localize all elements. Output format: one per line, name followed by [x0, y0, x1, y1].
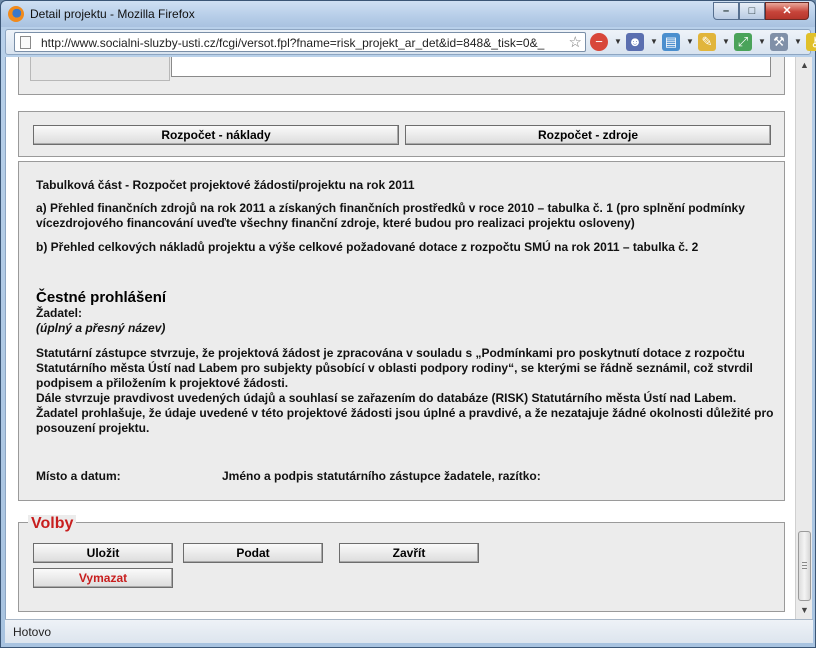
chevron-down-icon[interactable]: ▼: [758, 33, 766, 51]
pen-icon[interactable]: ✎: [698, 33, 716, 51]
budget-buttons-panel: Rozpočet - náklady Rozpočet - zdroje: [18, 111, 785, 157]
wrench-icon[interactable]: ⚒: [770, 33, 788, 51]
save-button[interactable]: Uložit: [33, 543, 173, 563]
form-text-field[interactable]: [171, 57, 771, 77]
page-content: Rozpočet - náklady Rozpočet - zdroje Tab…: [5, 57, 795, 619]
status-bar: Hotovo: [5, 619, 813, 643]
window-title: Detail projektu - Mozilla Firefox: [30, 7, 195, 21]
signature-label: Jméno a podpis statutárního zástupce žad…: [222, 469, 541, 483]
declaration-title: Čestné prohlášení: [36, 289, 167, 306]
declaration-text: Statutární zástupce stvrzuje, že projekt…: [36, 346, 753, 390]
form-table-bottom: [18, 57, 785, 95]
navigation-bar: http://www.socialni-sluzby-usti.cz/fcgi/…: [5, 29, 816, 55]
stop-icon[interactable]: −: [590, 33, 608, 51]
status-text: Hotovo: [13, 625, 52, 639]
applicant-label: Žadatel:: [36, 306, 83, 320]
chevron-down-icon[interactable]: ▼: [686, 33, 694, 51]
declaration-panel: Tabulková část - Rozpočet projektové žád…: [18, 161, 785, 501]
key-icon[interactable]: ⚷: [806, 33, 816, 51]
form-label-cell: [30, 57, 170, 81]
title-bar: Detail projektu - Mozilla Firefox – □ ✕: [1, 1, 815, 27]
minimize-button[interactable]: –: [713, 2, 739, 20]
firefox-icon: [8, 6, 24, 22]
browser-window: Detail projektu - Mozilla Firefox – □ ✕ …: [0, 0, 816, 648]
budget-costs-button[interactable]: Rozpočet - náklady: [33, 125, 399, 145]
applicant-note: (úplný a přesný název): [36, 321, 166, 335]
place-date-label: Místo a datum:: [36, 469, 121, 483]
chevron-down-icon[interactable]: ▼: [650, 33, 658, 51]
chevron-down-icon[interactable]: ▼: [722, 33, 730, 51]
declaration-text-2: Dále stvrzuje pravdivost uvedených údajů…: [36, 391, 737, 405]
page-tools-icon[interactable]: ▤: [662, 33, 680, 51]
scroll-down-icon[interactable]: ▼: [796, 602, 813, 619]
scrollbar-thumb[interactable]: [798, 531, 811, 601]
budget-sources-button[interactable]: Rozpočet - zdroje: [405, 125, 771, 145]
bookmark-star-icon[interactable]: ☆: [569, 33, 582, 51]
item-b-text: b) Přehled celkových nákladů projektu a …: [36, 240, 699, 254]
table-section-heading: Tabulková část - Rozpočet projektové žád…: [36, 178, 415, 192]
close-button[interactable]: Zavřít: [339, 543, 479, 563]
item-a-text: a) Přehled finančních zdrojů na rok 2011…: [36, 201, 745, 230]
options-fieldset: Uložit Podat Zavřít Vymazat: [18, 522, 785, 612]
url-text[interactable]: http://www.socialni-sluzby-usti.cz/fcgi/…: [41, 36, 567, 50]
scroll-up-icon[interactable]: ▲: [796, 57, 813, 74]
user-icon[interactable]: ☻: [626, 33, 644, 51]
submit-button[interactable]: Podat: [183, 543, 323, 563]
address-bar[interactable]: http://www.socialni-sluzby-usti.cz/fcgi/…: [14, 32, 586, 52]
declaration-text-3: Žadatel prohlašuje, že údaje uvedené v t…: [36, 406, 774, 435]
delete-button[interactable]: Vymazat: [33, 568, 173, 588]
page-icon: [20, 36, 31, 49]
chevron-down-icon[interactable]: ▼: [794, 33, 802, 51]
chevron-down-icon[interactable]: ▼: [614, 33, 622, 51]
close-window-button[interactable]: ✕: [765, 2, 809, 20]
options-legend: Volby: [28, 515, 77, 533]
window-controls: – □ ✕: [713, 2, 809, 20]
maximize-button[interactable]: □: [739, 2, 765, 20]
toolbar-addons: − ▼ ☻ ▼ ▤ ▼ ✎ ▼ ⤢ ▼ ⚒ ▼ ⚷: [590, 33, 816, 51]
resize-icon[interactable]: ⤢: [734, 33, 752, 51]
vertical-scrollbar[interactable]: ▲ ▼: [795, 57, 812, 619]
